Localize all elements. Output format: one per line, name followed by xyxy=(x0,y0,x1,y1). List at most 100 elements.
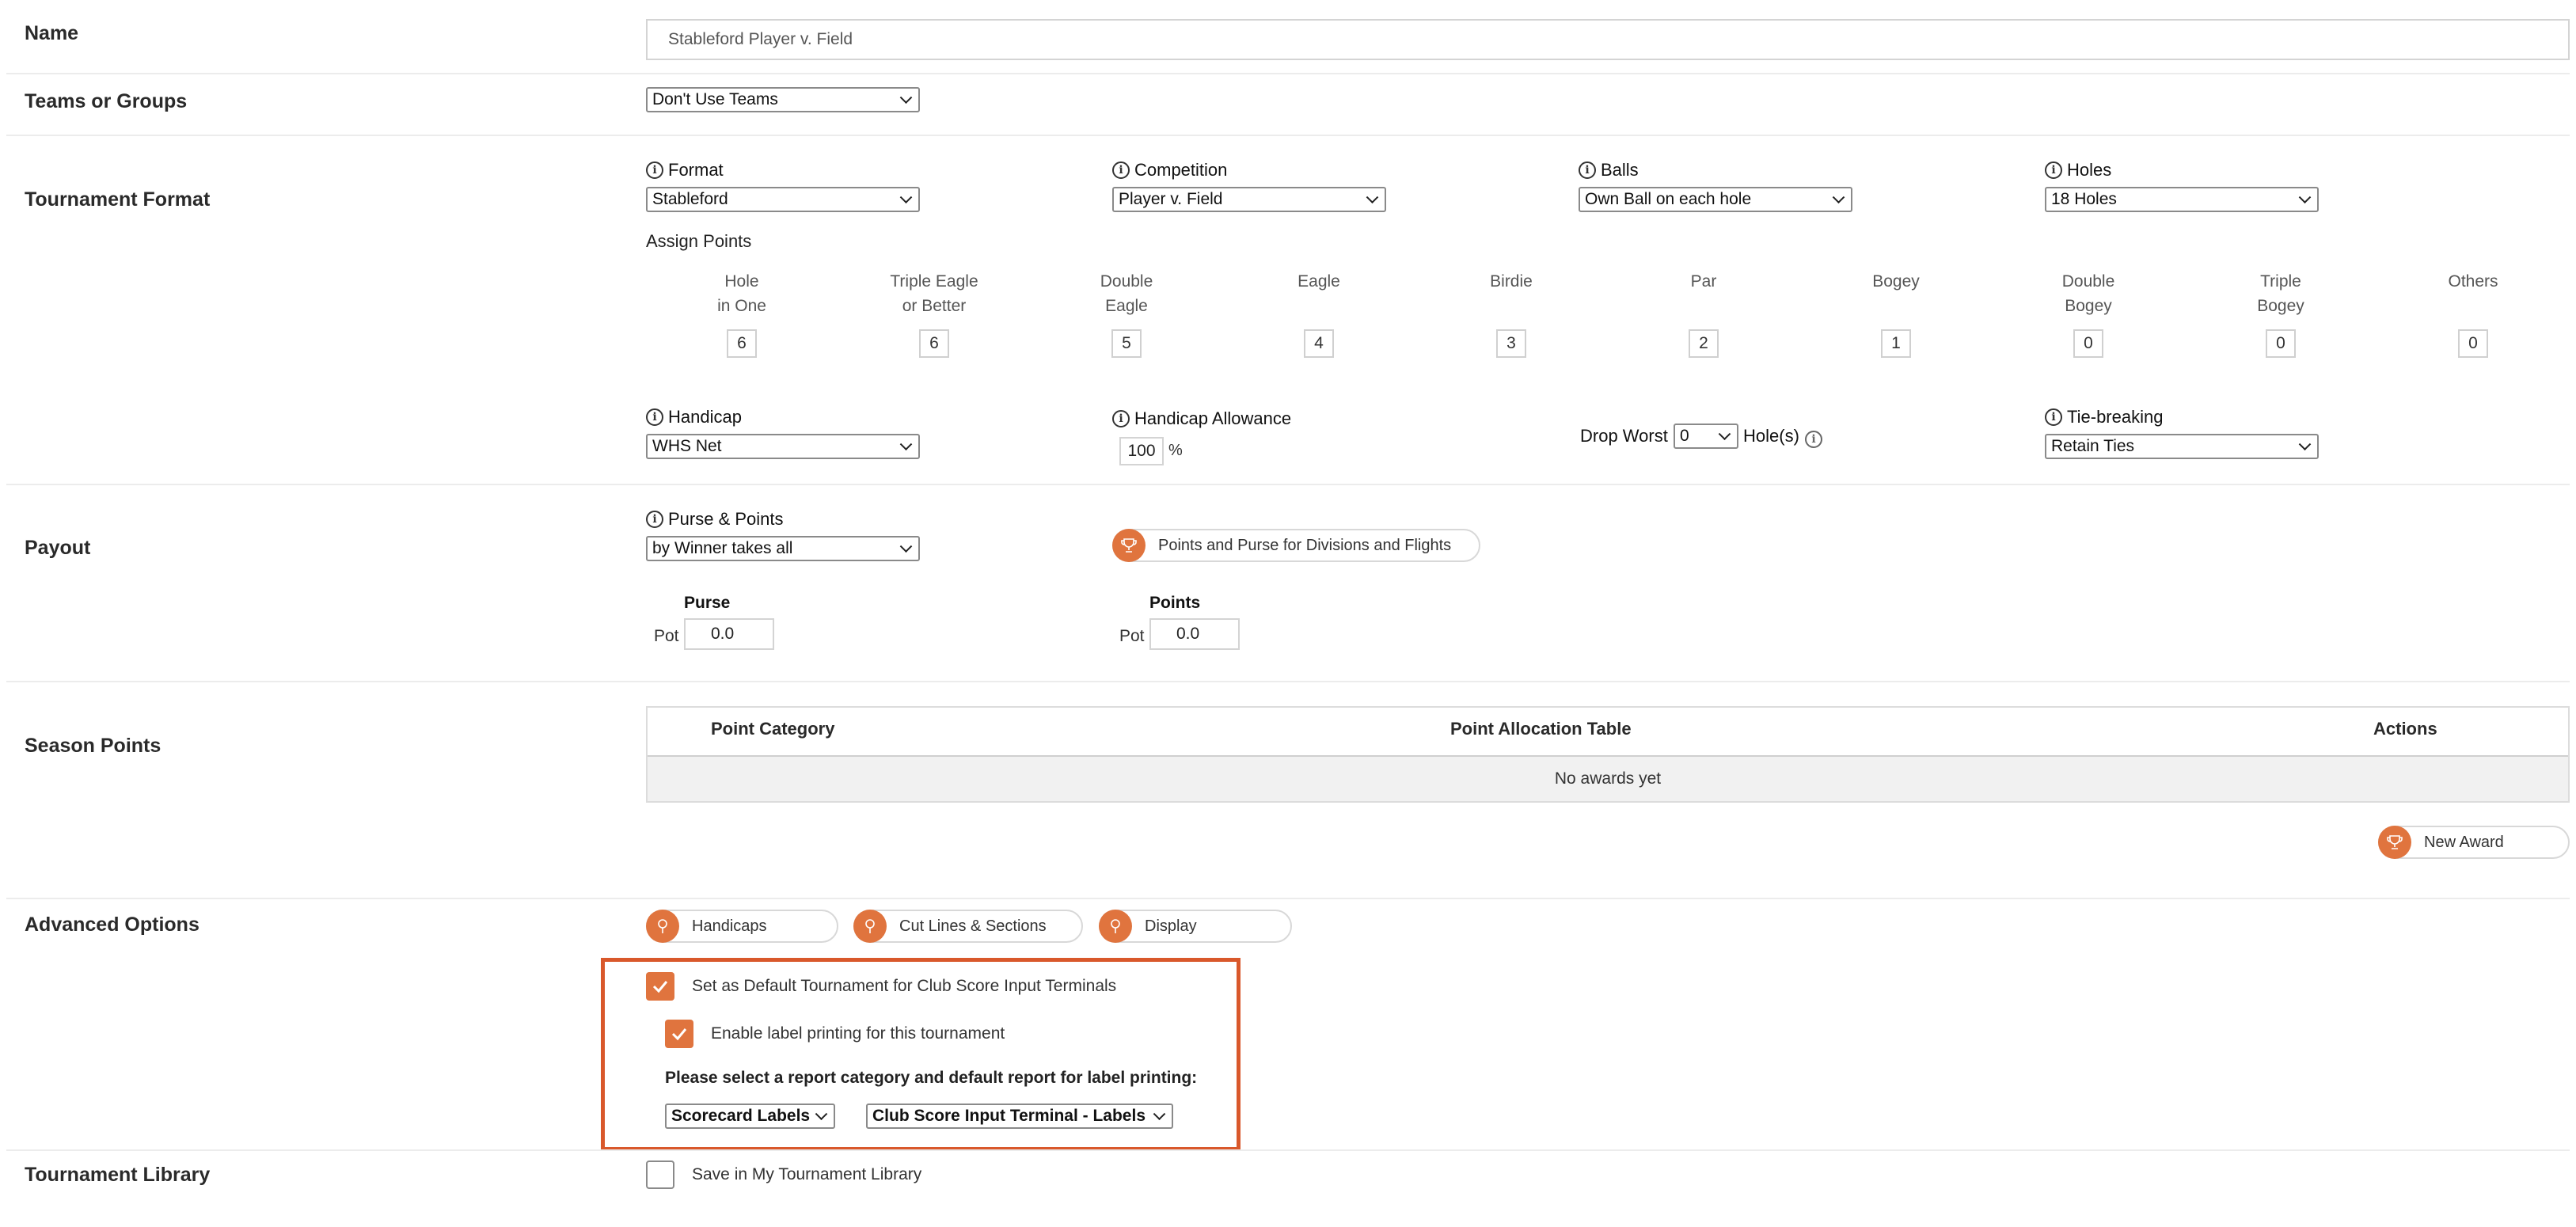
default-report-select[interactable]: Club Score Input Terminal - Labels xyxy=(866,1104,1173,1129)
divider xyxy=(6,484,2570,485)
report-category-select[interactable]: Scorecard Labels xyxy=(665,1104,835,1129)
info-icon[interactable]: i xyxy=(1112,161,1130,179)
handicap-allowance-label: i Handicap Allowance xyxy=(1112,408,1291,429)
col-point-category: Point Category xyxy=(711,719,835,739)
chevron-down-icon xyxy=(1832,191,1845,204)
drop-worst-select[interactable]: 0 xyxy=(1674,424,1738,449)
points-input[interactable]: 0 xyxy=(2073,329,2103,358)
chevron-down-icon xyxy=(1718,427,1731,441)
info-icon[interactable]: i xyxy=(2045,161,2062,179)
info-icon[interactable]: i xyxy=(2045,408,2062,426)
divider xyxy=(6,681,2570,682)
points-input[interactable]: 4 xyxy=(1304,329,1334,358)
col-actions: Actions xyxy=(2373,719,2437,739)
pin-icon xyxy=(1099,910,1132,943)
points-col-label: Triple Bogey xyxy=(2257,272,2304,315)
tie-breaking-label: i Tie-breaking xyxy=(2045,407,2163,427)
divider xyxy=(6,1149,2570,1151)
points-col-label: Triple Eagle or Better xyxy=(890,272,978,315)
chevron-down-icon xyxy=(1366,191,1379,204)
format-label: i Format xyxy=(646,160,724,180)
assign-points-label: Assign Points xyxy=(646,231,752,251)
chevron-down-icon xyxy=(2298,438,2312,451)
competition-label: i Competition xyxy=(1112,160,1227,180)
points-input[interactable]: 2 xyxy=(1689,329,1719,358)
trophy-icon xyxy=(2378,826,2411,859)
info-icon[interactable]: i xyxy=(1112,410,1130,427)
points-col-label: Double Bogey xyxy=(2061,272,2115,315)
points-input[interactable]: 0 xyxy=(2458,329,2488,358)
default-tournament-label: Set as Default Tournament for Club Score… xyxy=(692,977,1117,995)
points-pot-input[interactable]: 0.0 xyxy=(1149,618,1240,650)
label-printing-label: Enable label printing for this tournamen… xyxy=(711,1024,1005,1043)
balls-select[interactable]: Own Ball on each hole xyxy=(1579,187,1852,212)
holes-label: i Holes xyxy=(2045,160,2111,180)
teams-select[interactable]: Don't Use Teams xyxy=(646,87,920,112)
default-tournament-checkbox[interactable] xyxy=(646,972,674,1001)
balls-label: i Balls xyxy=(1579,160,1639,180)
chevron-down-icon xyxy=(1153,1107,1166,1121)
chevron-down-icon xyxy=(899,438,913,451)
season-row-label: Season Points xyxy=(25,735,161,757)
teams-select-value: Don't Use Teams xyxy=(652,90,778,108)
info-icon[interactable]: i xyxy=(1579,161,1596,179)
points-input[interactable]: 6 xyxy=(727,329,757,358)
report-prompt: Please select a report category and defa… xyxy=(665,1069,1198,1087)
info-icon[interactable]: i xyxy=(646,511,663,528)
purse-pot-label: Pot xyxy=(654,627,679,645)
divider xyxy=(6,135,2570,136)
trophy-icon xyxy=(1112,529,1146,562)
points-header: Points xyxy=(1149,594,1201,612)
table-empty-row: No awards yet xyxy=(648,757,2568,801)
cut-lines-button[interactable]: Cut Lines & Sections xyxy=(853,910,1083,943)
competition-select[interactable]: Player v. Field xyxy=(1112,187,1386,212)
info-icon[interactable]: i xyxy=(646,161,663,179)
tournament-name-input[interactable]: Stableford Player v. Field xyxy=(646,19,2570,60)
points-pot-label: Pot xyxy=(1119,627,1145,645)
points-col-label: Double Eagle xyxy=(1100,272,1153,315)
info-icon[interactable]: i xyxy=(646,408,663,426)
points-input[interactable]: 3 xyxy=(1496,329,1526,358)
teams-row-label: Teams or Groups xyxy=(25,90,188,112)
handicap-select[interactable]: WHS Net xyxy=(646,434,920,459)
handicaps-button[interactable]: Handicaps xyxy=(646,910,838,943)
save-library-label: Save in My Tournament Library xyxy=(692,1165,922,1183)
allowance-unit: % xyxy=(1168,442,1183,459)
format-select[interactable]: Stableford xyxy=(646,187,920,212)
pin-icon xyxy=(646,910,679,943)
points-input[interactable]: 5 xyxy=(1111,329,1142,358)
points-input[interactable]: 0 xyxy=(2266,329,2296,358)
info-icon[interactable]: i xyxy=(1805,431,1822,448)
new-award-button[interactable]: New Award xyxy=(2378,826,2570,859)
holes-select[interactable]: 18 Holes xyxy=(2045,187,2319,212)
chevron-down-icon xyxy=(899,540,913,553)
season-points-table: Point Category Point Allocation Table Ac… xyxy=(646,706,2570,803)
save-library-checkbox[interactable] xyxy=(646,1161,674,1189)
points-col-label: Par xyxy=(1690,272,1717,291)
pin-icon xyxy=(853,910,887,943)
points-col-label: Eagle xyxy=(1297,272,1340,291)
drop-worst-suffix: Hole(s) xyxy=(1743,426,1799,446)
drop-worst-label: Drop Worst xyxy=(1580,426,1668,446)
divider xyxy=(6,73,2570,74)
points-col-label: Birdie xyxy=(1490,272,1533,291)
purse-points-label: i Purse & Points xyxy=(646,509,784,530)
label-printing-checkbox[interactable] xyxy=(665,1020,693,1048)
points-col-label: Others xyxy=(2448,272,2498,291)
purse-points-select[interactable]: by Winner takes all xyxy=(646,536,920,561)
payout-row-label: Payout xyxy=(25,537,91,559)
tie-breaking-select[interactable]: Retain Ties xyxy=(2045,434,2319,459)
chevron-down-icon xyxy=(2298,191,2312,204)
display-button[interactable]: Display xyxy=(1099,910,1292,943)
chevron-down-icon xyxy=(899,91,913,104)
chevron-down-icon xyxy=(899,191,913,204)
advanced-row-label: Advanced Options xyxy=(25,914,199,936)
divisions-flights-button[interactable]: Points and Purse for Divisions and Fligh… xyxy=(1112,529,1480,562)
library-row-label: Tournament Library xyxy=(25,1164,211,1186)
handicap-allowance-input[interactable]: 100 xyxy=(1119,437,1164,465)
purse-pot-input[interactable]: 0.0 xyxy=(684,618,774,650)
check-icon xyxy=(671,1028,687,1041)
points-input[interactable]: 6 xyxy=(919,329,949,358)
points-input[interactable]: 1 xyxy=(1881,329,1911,358)
col-point-allocation: Point Allocation Table xyxy=(1450,719,1632,739)
